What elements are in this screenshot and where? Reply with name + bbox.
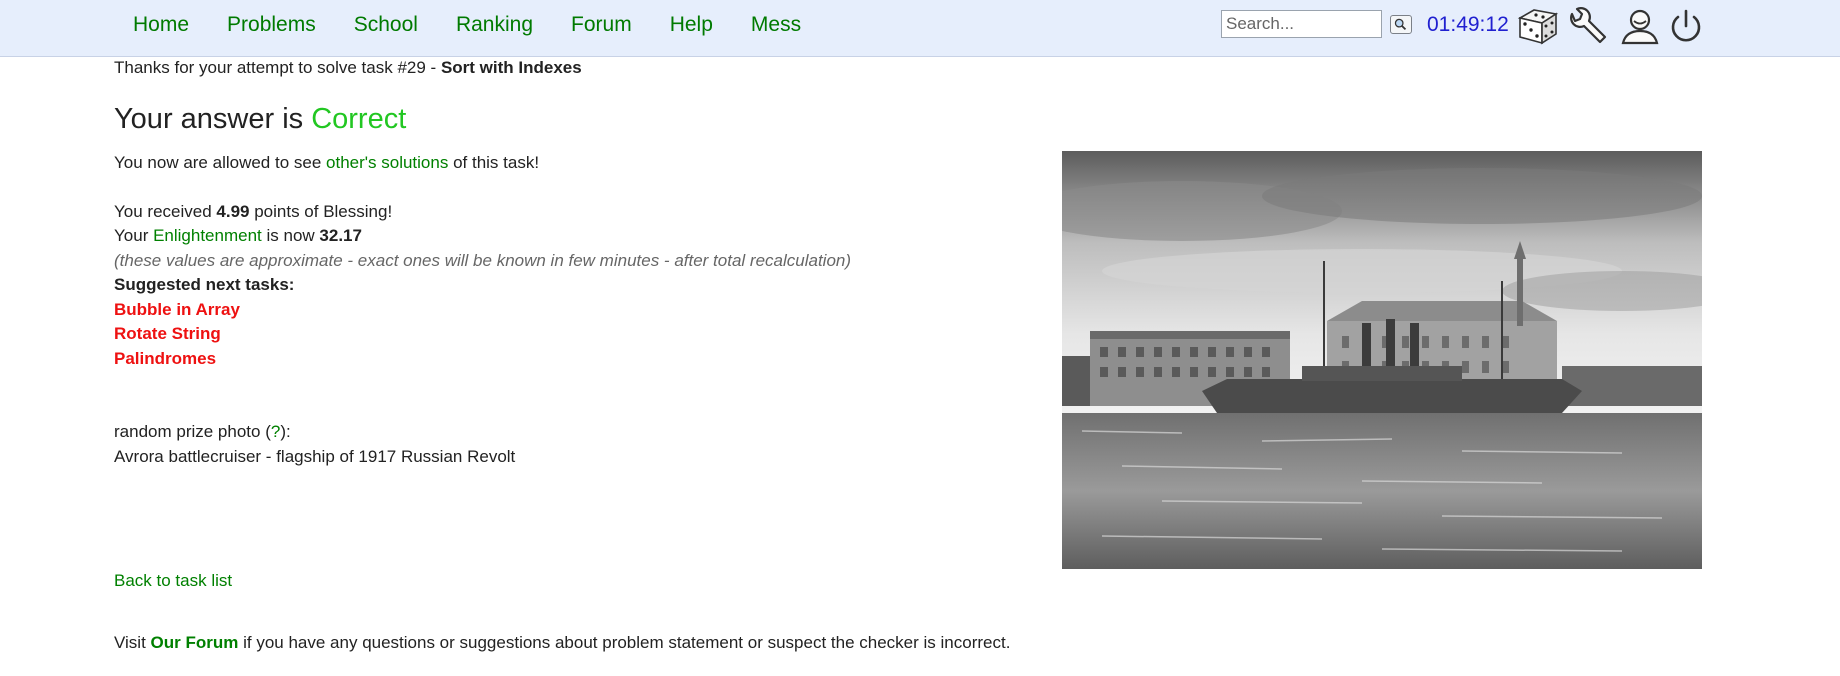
- nav-home-link[interactable]: Home: [133, 12, 189, 38]
- prize-label-suffix: ):: [280, 422, 291, 441]
- received-suffix: points of Blessing!: [249, 202, 393, 221]
- forum-note-prefix: Visit: [114, 633, 151, 652]
- forum-note: Visit Our Forum if you have any question…: [114, 633, 1010, 653]
- nav-school-link[interactable]: School: [354, 12, 418, 38]
- back-to-task-list-link[interactable]: Back to task list: [114, 571, 232, 591]
- permission-suffix: of this task!: [448, 153, 540, 172]
- server-clock: 01:49:12: [1427, 13, 1509, 36]
- top-navigation-bar: Home Problems School Ranking Forum Help …: [0, 0, 1840, 57]
- verdict-status: Correct: [311, 103, 407, 135]
- main-nav: Home Problems School Ranking Forum Help …: [133, 12, 801, 38]
- prize-label-text: random prize photo (: [114, 422, 271, 441]
- prize-photo-caption: Avrora battlecruiser - flagship of 1917 …: [114, 447, 516, 466]
- forum-note-suffix: if you have any questions or suggestions…: [238, 633, 1011, 652]
- search-input[interactable]: [1221, 10, 1382, 38]
- dice-icon[interactable]: [1516, 6, 1560, 46]
- prize-help-link[interactable]: ?: [271, 422, 280, 441]
- magnifier-icon: [1394, 18, 1407, 31]
- approximation-note: (these values are approximate - exact on…: [114, 251, 852, 270]
- nav-help-link[interactable]: Help: [670, 12, 713, 38]
- received-text: You received: [114, 202, 217, 221]
- nav-mess-link[interactable]: Mess: [751, 12, 801, 38]
- solutions-permission-line: You now are allowed to see other's solut…: [114, 153, 539, 173]
- enlightenment-prefix: Your: [114, 226, 154, 245]
- thanks-text: Thanks for your attempt to solve task #2…: [114, 58, 441, 77]
- user-icon[interactable]: [1618, 6, 1662, 46]
- prize-photo[interactable]: [1062, 151, 1702, 569]
- task-name: Sort with Indexes: [440, 58, 582, 77]
- enlightenment-link[interactable]: Enlightenment: [153, 226, 262, 245]
- wrench-icon[interactable]: [1566, 6, 1610, 46]
- suggested-tasks-heading: Suggested next tasks:: [114, 275, 295, 294]
- thanks-line: Thanks for your attempt to solve task #2…: [114, 58, 582, 78]
- nav-ranking-link[interactable]: Ranking: [456, 12, 533, 38]
- search-button[interactable]: [1390, 15, 1412, 34]
- power-icon[interactable]: [1664, 6, 1708, 46]
- our-forum-link[interactable]: Our Forum: [151, 633, 239, 652]
- verdict-prefix: Your answer is: [114, 103, 312, 135]
- points-received-line: You received 4.99 points of Blessing!: [114, 202, 392, 222]
- nav-forum-link[interactable]: Forum: [571, 12, 632, 38]
- suggested-task-link[interactable]: Bubble in Array: [114, 300, 240, 320]
- suggested-task-link[interactable]: Palindromes: [114, 349, 216, 369]
- enlightenment-value: 32.17: [319, 226, 362, 245]
- verdict-heading: Your answer is Correct: [114, 103, 406, 136]
- others-solutions-link[interactable]: other's solutions: [326, 153, 448, 172]
- enlightenment-line: Your Enlightenment is now 32.17: [114, 226, 362, 246]
- points-value: 4.99: [216, 202, 250, 221]
- prize-photo-label: random prize photo (?):: [114, 422, 291, 442]
- nav-problems-link[interactable]: Problems: [227, 12, 316, 38]
- enlightenment-middle: is now: [261, 226, 320, 245]
- suggested-task-link[interactable]: Rotate String: [114, 324, 221, 344]
- permission-text: You now are allowed to see: [114, 153, 327, 172]
